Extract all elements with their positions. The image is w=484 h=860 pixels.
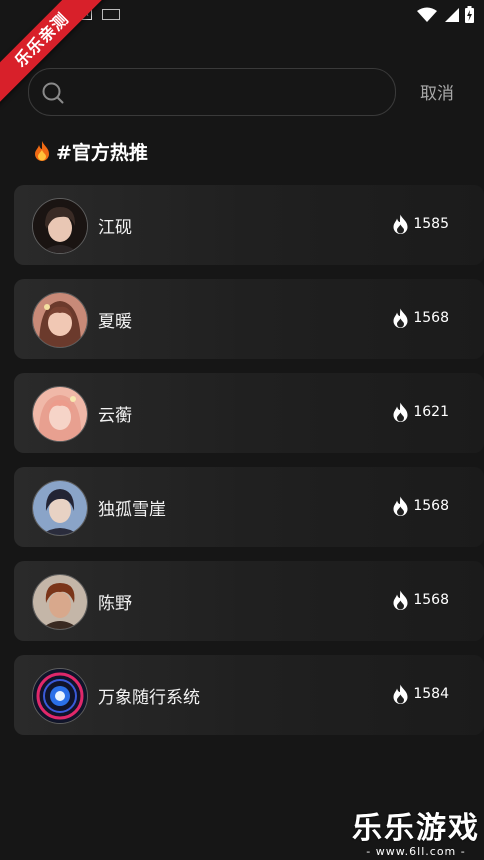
character-card[interactable]: 万象随行系统 1584: [14, 655, 484, 735]
ribbon-text: 乐乐亲测: [0, 0, 109, 107]
section-title: #官方热推: [32, 137, 148, 165]
character-card[interactable]: 独孤雪崖 1568: [14, 467, 484, 547]
heat-value: 1585: [413, 216, 449, 232]
character-card[interactable]: 云蘅 1621: [14, 373, 484, 453]
character-card[interactable]: 夏暖 1568: [14, 279, 484, 359]
character-card[interactable]: 江砚 1585: [14, 185, 484, 265]
heat-count: 1585: [392, 214, 449, 234]
battery-icon: [465, 6, 474, 23]
character-list: 江砚 1585 夏暖 1568 云蘅 1621 独孤雪崖 1568 陈野 156…: [14, 185, 484, 749]
corner-ribbon: 乐乐亲测: [0, 0, 110, 110]
heat-count: 1568: [392, 496, 449, 516]
watermark-url: - www.6ll.com -: [366, 845, 466, 858]
avatar: [32, 668, 88, 724]
avatar: [32, 574, 88, 630]
character-name: 江砚: [98, 218, 132, 238]
avatar: [32, 386, 88, 442]
heat-value: 1584: [413, 686, 449, 702]
fire-icon: [35, 141, 49, 161]
watermark-title: 乐乐游戏: [352, 811, 480, 846]
flame-icon: [393, 496, 408, 516]
heat-value: 1568: [413, 310, 449, 326]
heat-value: 1568: [413, 498, 449, 514]
watermark: 乐乐游戏 - www.6ll.com -: [352, 811, 480, 859]
wifi-icon: [417, 7, 437, 22]
heat-count: 1568: [392, 308, 449, 328]
flame-icon: [393, 590, 408, 610]
character-name: 夏暖: [98, 312, 132, 332]
character-name: 独孤雪崖: [98, 500, 166, 520]
cancel-button[interactable]: 取消: [412, 79, 462, 104]
signal-icon: [445, 7, 459, 22]
character-name: 陈野: [98, 594, 132, 614]
search-input[interactable]: [77, 77, 381, 109]
heat-count: 1568: [392, 590, 449, 610]
flame-icon: [393, 402, 408, 422]
avatar: [32, 292, 88, 348]
flame-icon: [393, 308, 408, 328]
heat-count: 1584: [392, 684, 449, 704]
heat-count: 1621: [392, 402, 449, 422]
avatar: [32, 198, 88, 254]
avatar: [32, 480, 88, 536]
character-name: 云蘅: [98, 406, 132, 426]
section-title-text: #官方热推: [56, 141, 148, 164]
flame-icon: [393, 214, 408, 234]
character-card[interactable]: 陈野 1568: [14, 561, 484, 641]
heat-value: 1621: [413, 404, 449, 420]
flame-icon: [393, 684, 408, 704]
character-name: 万象随行系统: [98, 688, 200, 708]
heat-value: 1568: [413, 592, 449, 608]
